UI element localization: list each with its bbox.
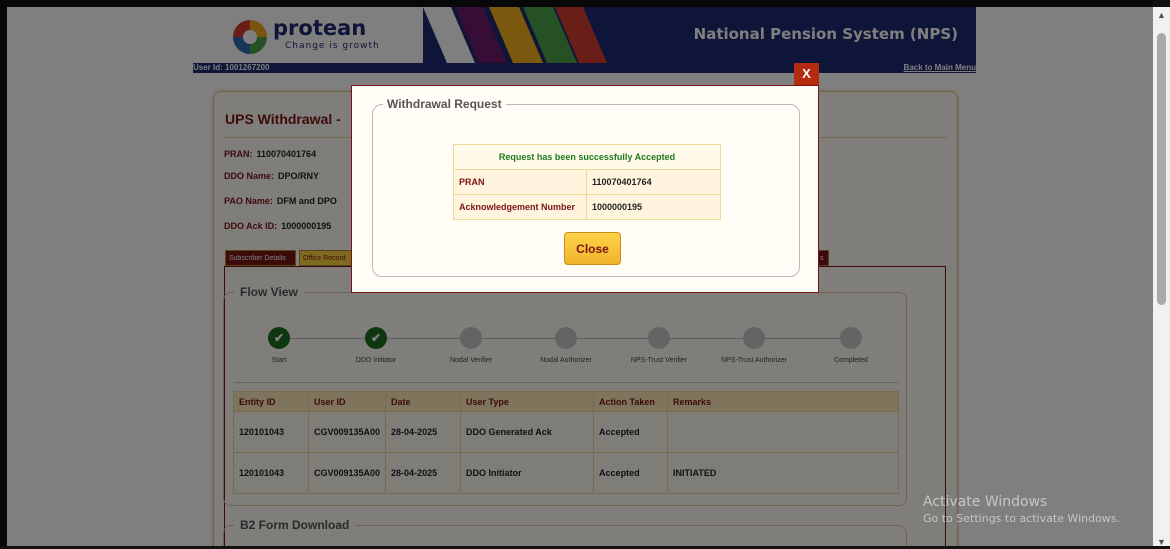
table-row: Acknowledgement Number 1000000195 [453, 194, 721, 220]
detail-value: 110070401764 [586, 169, 721, 195]
withdrawal-request-modal: Withdrawal Request Request has been succ… [351, 85, 819, 293]
vertical-scrollbar[interactable]: ▲ ▼ [1153, 7, 1170, 549]
detail-value: 1000000195 [586, 194, 721, 220]
close-button[interactable]: Close [564, 232, 621, 265]
modal-close-icon[interactable]: X [794, 63, 819, 85]
watermark-title: Activate Windows [923, 494, 1048, 510]
modal-legend: Withdrawal Request [383, 97, 506, 111]
modal-fieldset: Withdrawal Request Request has been succ… [372, 97, 800, 277]
watermark-subtitle: Go to Settings to activate Windows. [923, 512, 1121, 525]
detail-label: Acknowledgement Number [453, 194, 587, 220]
success-message: Request has been successfully Accepted [453, 144, 721, 170]
detail-label: PRAN [453, 169, 587, 195]
activate-windows-watermark: Activate Windows Go to Settings to activ… [923, 494, 1120, 525]
modal-details-table: Request has been successfully Accepted P… [453, 144, 721, 220]
table-row: Request has been successfully Accepted [453, 144, 721, 170]
table-row: PRAN 110070401764 [453, 169, 721, 195]
scrollbar-thumb[interactable] [1157, 33, 1166, 305]
scroll-up-arrow-icon[interactable]: ▲ [1153, 7, 1170, 23]
